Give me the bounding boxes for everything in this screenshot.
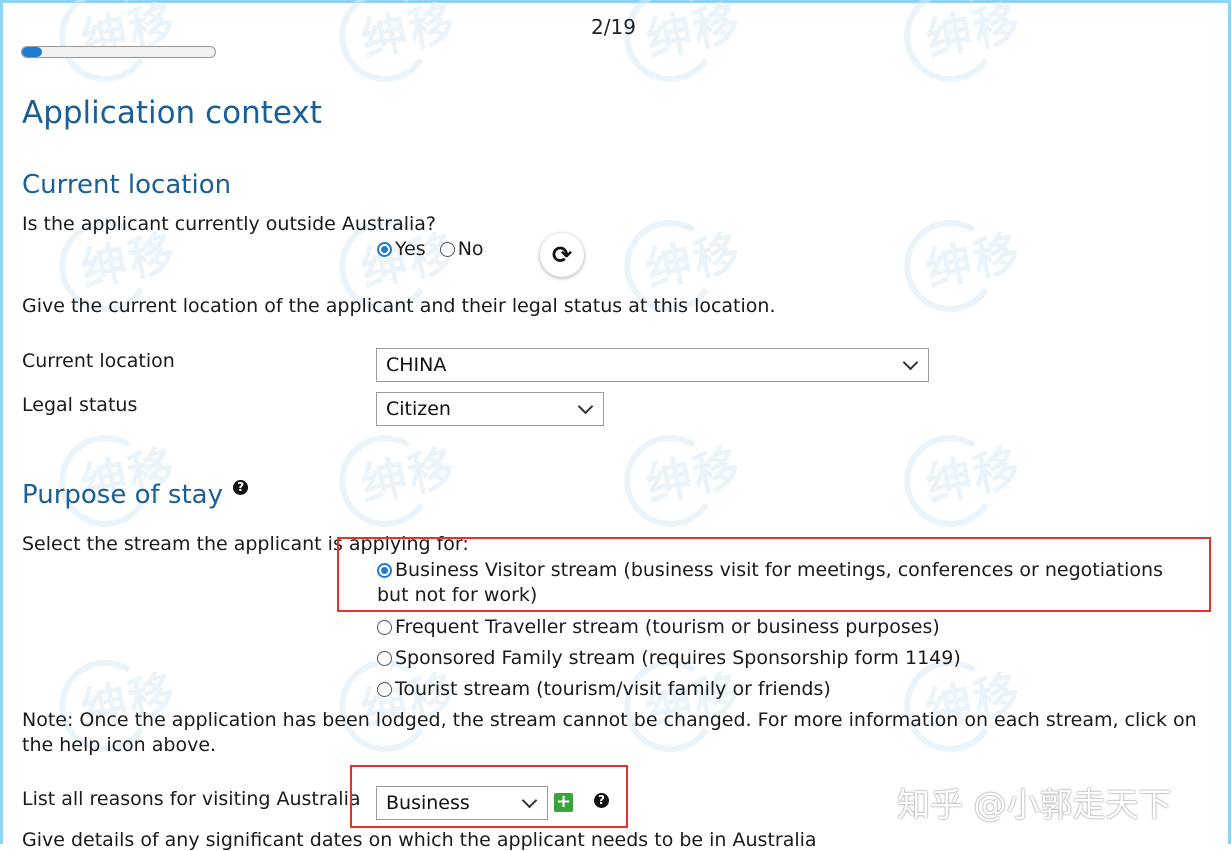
purpose-of-stay-title: Purpose of stay: [22, 480, 223, 510]
progress-bar: [21, 46, 216, 58]
refresh-icon[interactable]: ⟳: [540, 233, 584, 277]
stream-label[interactable]: Sponsored Family stream (requires Sponso…: [395, 647, 961, 669]
stream-radio[interactable]: [377, 651, 392, 666]
stream-option-business-visitor[interactable]: Business Visitor stream (business visit …: [377, 558, 1192, 608]
progress-fill: [22, 47, 43, 57]
section-heading-purpose-of-stay: Purpose of stay ?: [22, 480, 249, 510]
outside-australia-radio-group: Yes No: [377, 238, 484, 260]
yes-radio[interactable]: [377, 242, 392, 257]
section-heading-current-location: Current location: [22, 170, 232, 200]
no-radio[interactable]: [439, 242, 455, 257]
legal-status-label: Legal status: [22, 394, 138, 416]
stream-label[interactable]: Business Visitor stream (business visit …: [377, 559, 1163, 606]
stream-radio[interactable]: [377, 682, 392, 697]
current-location-select[interactable]: CHINA: [376, 348, 929, 382]
stream-option-sponsored-family[interactable]: Sponsored Family stream (requires Sponso…: [377, 647, 961, 669]
reasons-label: List all reasons for visiting Australia: [22, 788, 361, 810]
chevron-down-icon: [577, 398, 594, 414]
reasons-select[interactable]: Business: [376, 786, 548, 820]
stream-note: Note: Once the application has been lodg…: [22, 709, 1197, 756]
legal-status-value: Citizen: [386, 398, 451, 420]
stream-label[interactable]: Tourist stream (tourism/visit family or …: [395, 678, 831, 700]
page-title: Application context: [22, 95, 322, 131]
brand-watermark: 知乎 @小郭走天下: [897, 785, 1172, 824]
chevron-down-icon: [902, 354, 919, 370]
help-icon[interactable]: ?: [594, 793, 609, 808]
add-reason-icon[interactable]: +: [554, 793, 573, 812]
current-location-label: Current location: [22, 350, 175, 372]
reasons-value: Business: [386, 792, 470, 814]
legal-status-select[interactable]: Citizen: [376, 392, 604, 426]
stream-radio[interactable]: [377, 563, 392, 578]
help-icon[interactable]: ?: [233, 480, 249, 495]
question-outside-australia: Is the applicant currently outside Austr…: [22, 213, 437, 235]
stream-radio[interactable]: [377, 620, 392, 635]
stream-option-tourist[interactable]: Tourist stream (tourism/visit family or …: [377, 678, 831, 700]
yes-label[interactable]: Yes: [395, 238, 426, 260]
no-label[interactable]: No: [458, 238, 484, 260]
significant-dates-prompt: Give details of any significant dates on…: [22, 829, 817, 851]
page-counter: 2/19: [591, 15, 636, 39]
current-location-value: CHINA: [386, 354, 447, 376]
chevron-down-icon: [521, 792, 538, 808]
stream-label[interactable]: Frequent Traveller stream (tourism or bu…: [395, 616, 940, 638]
stream-option-frequent-traveller[interactable]: Frequent Traveller stream (tourism or bu…: [377, 616, 940, 638]
location-instructions: Give the current location of the applica…: [22, 295, 776, 317]
